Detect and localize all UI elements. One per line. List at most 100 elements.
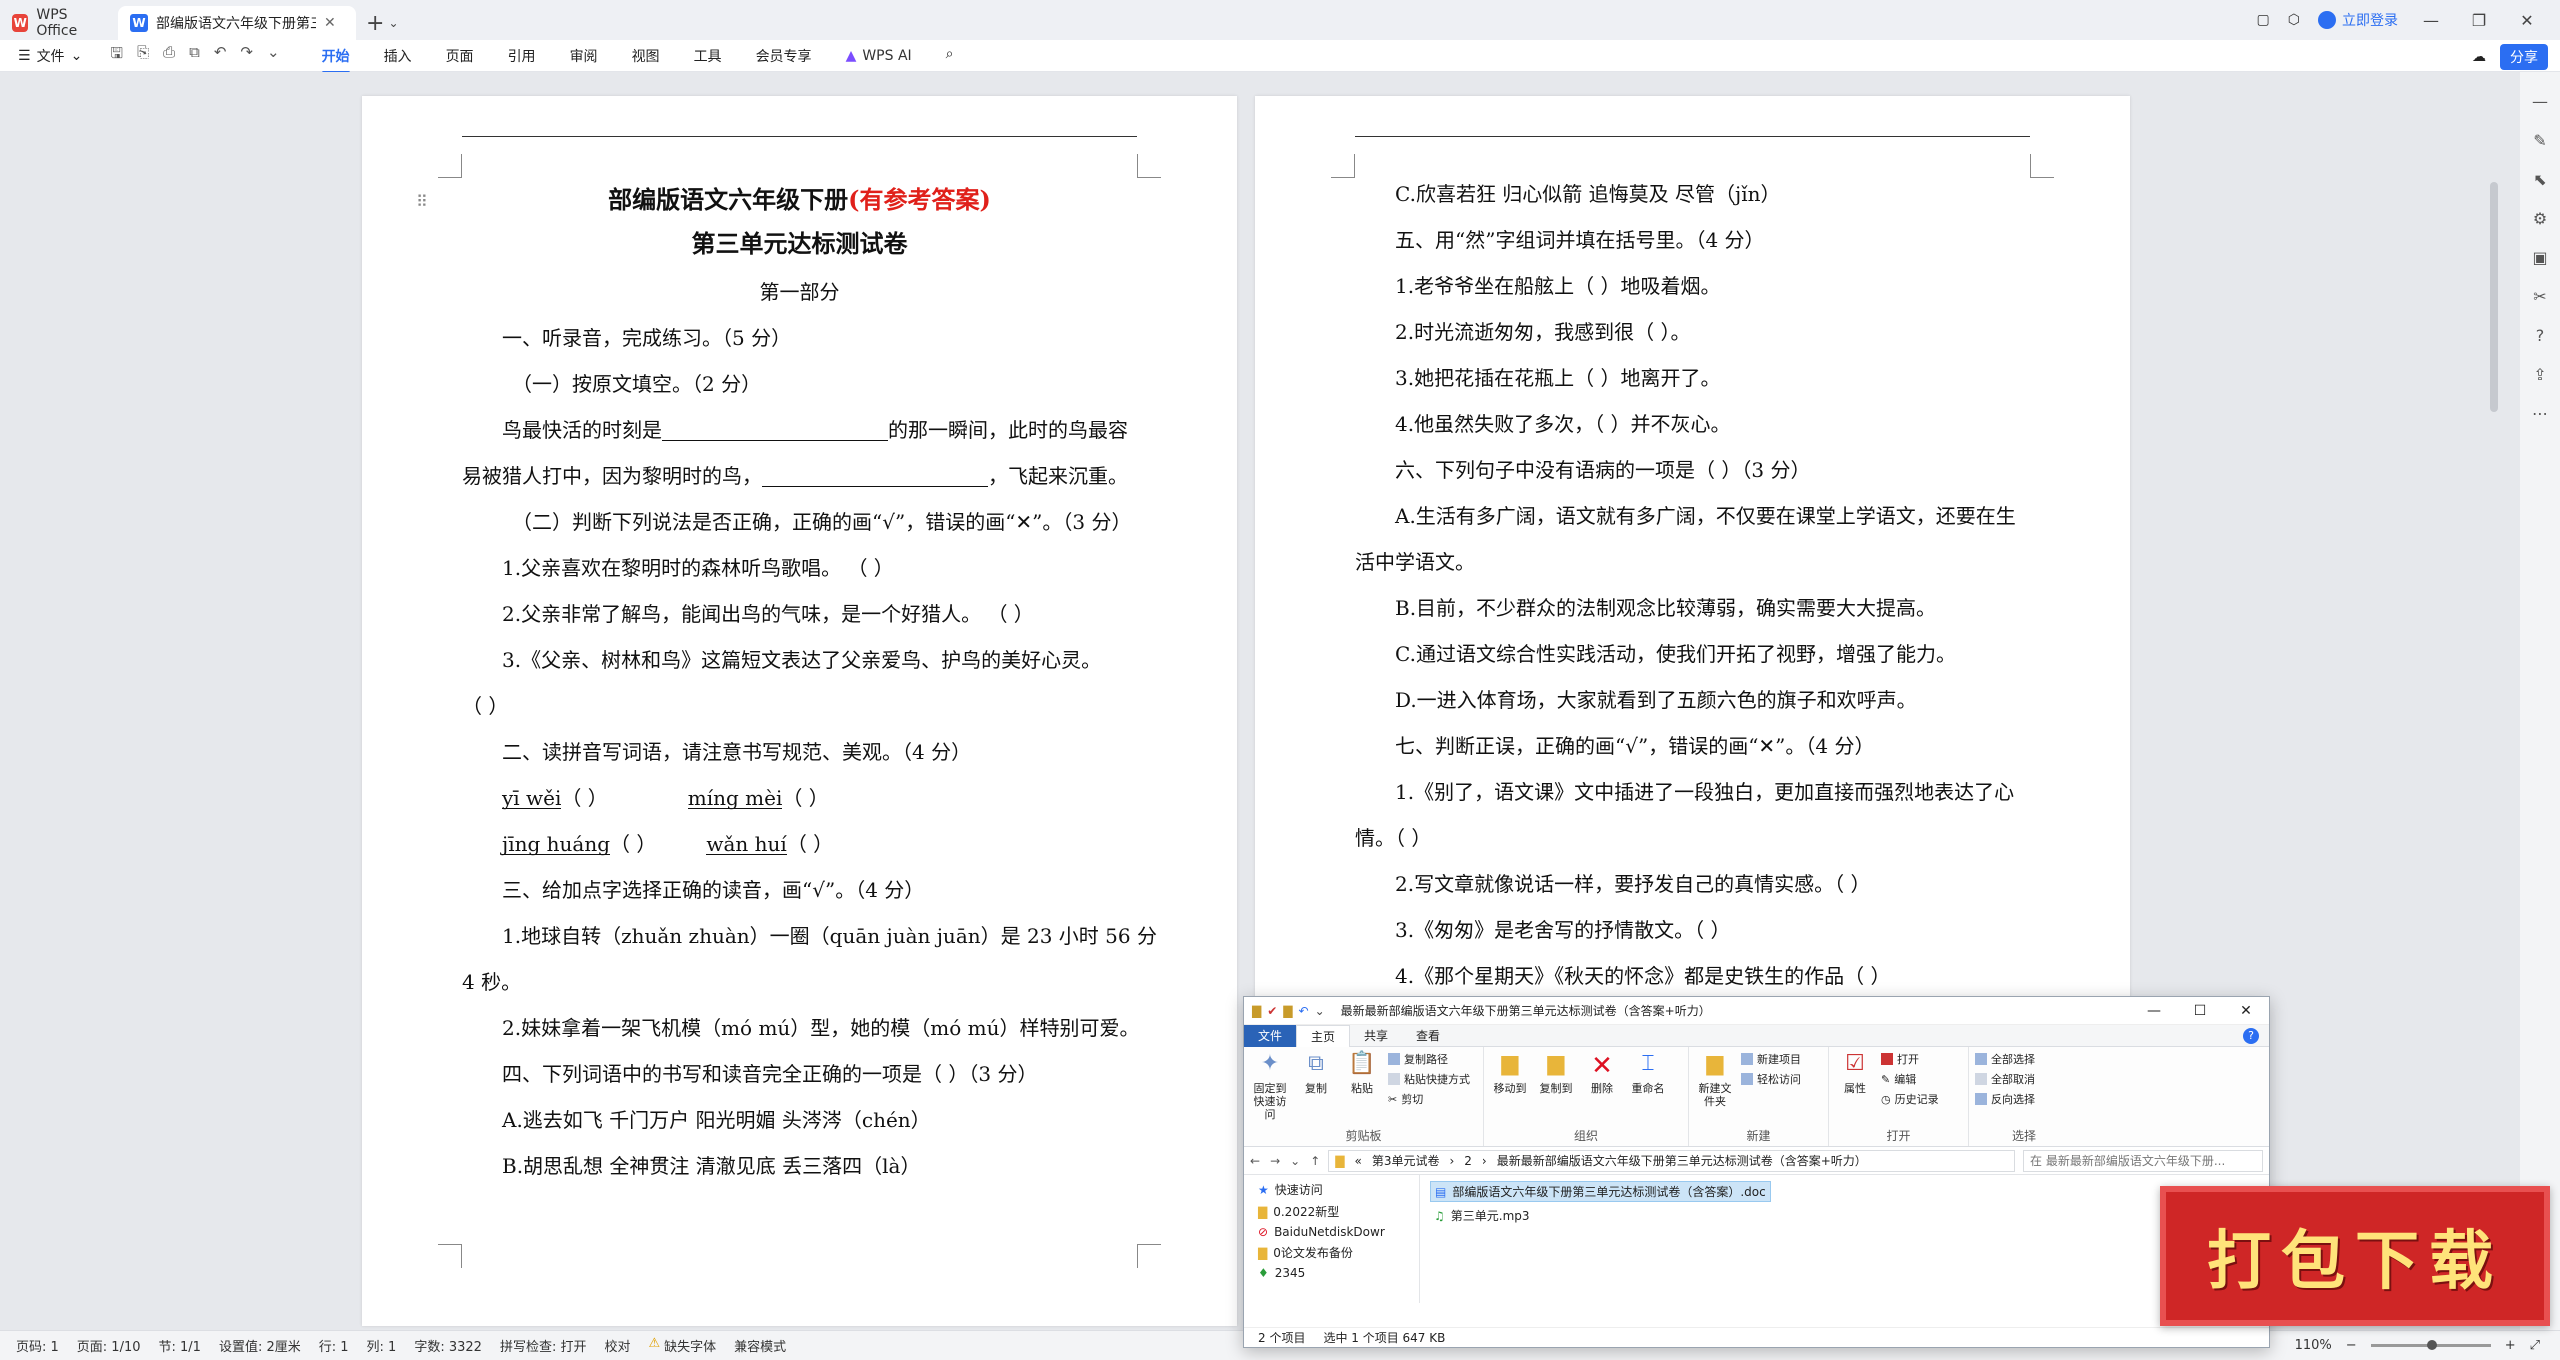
tab-home[interactable]: 主页 xyxy=(1296,1024,1351,1047)
collapse-icon[interactable]: — xyxy=(2532,92,2548,111)
more-icon[interactable]: ⋯ xyxy=(2532,404,2548,423)
up-icon[interactable]: ↑ xyxy=(1310,1154,1320,1168)
zoom-level[interactable]: 110% xyxy=(2295,1338,2332,1353)
save-icon[interactable]: 🖫 xyxy=(110,43,123,68)
cloud-sync-icon[interactable]: ☁ xyxy=(2472,49,2486,65)
close-tab-icon[interactable]: ✕ xyxy=(324,15,336,31)
easy-access-button[interactable]: 轻松访问 xyxy=(1741,1071,1801,1087)
fit-icon[interactable]: ⤢ xyxy=(2530,1338,2540,1353)
status-row[interactable]: 行: 1 xyxy=(319,1336,349,1355)
status-page[interactable]: 页码: 1 xyxy=(16,1336,59,1355)
help-icon[interactable]: ? xyxy=(2536,326,2545,345)
history-button[interactable]: ◷ 历史记录 xyxy=(1881,1091,1939,1107)
status-pages[interactable]: 页面: 1/10 xyxy=(77,1336,141,1355)
tab-references[interactable]: 引用 xyxy=(508,46,536,66)
zoom-out-icon[interactable]: − xyxy=(2346,1338,2357,1353)
select-icon[interactable]: ⬉ xyxy=(2533,170,2546,189)
copy-path-button[interactable]: 复制路径 xyxy=(1388,1051,1470,1067)
new-tab-button[interactable]: + ⌄ xyxy=(366,6,399,40)
undo-icon[interactable]: ↶ xyxy=(214,43,227,68)
tab-tools[interactable]: 工具 xyxy=(694,46,722,66)
tab-view[interactable]: 查看 xyxy=(1402,1025,1454,1047)
breadcrumb-item[interactable]: 最新最新部编版语文六年级下册第三单元达标测试卷（含答案+听力） xyxy=(1497,1152,1867,1169)
close-window-icon[interactable]: ✕ xyxy=(2512,11,2542,30)
breadcrumb-item[interactable]: 第3单元试卷 xyxy=(1372,1152,1440,1169)
paste-shortcut-button[interactable]: 粘贴快捷方式 xyxy=(1388,1071,1470,1087)
select-all-button[interactable]: 全部选择 xyxy=(1975,1051,2073,1067)
status-spellcheck[interactable]: 拼写检查: 打开 xyxy=(500,1336,587,1355)
chevron-down-icon[interactable]: ⌄ xyxy=(1315,1004,1325,1018)
edit-button[interactable]: ✎ 编辑 xyxy=(1881,1071,1939,1087)
address-bar[interactable]: ▇ « 第3单元试卷 › 2 › 最新最新部编版语文六年级下册第三单元达标测试卷… xyxy=(1328,1149,2015,1172)
properties-button[interactable]: ☑ 属性 xyxy=(1835,1051,1875,1107)
undo-icon[interactable]: ↶ xyxy=(1299,1004,1309,1018)
tools-icon[interactable]: ✂ xyxy=(2533,287,2546,306)
breadcrumb-item[interactable]: 2 xyxy=(1464,1154,1472,1168)
print-icon[interactable]: ⎙ xyxy=(163,43,175,68)
maximize-icon[interactable]: ☐ xyxy=(2177,1003,2223,1019)
minimize-icon[interactable]: — xyxy=(2131,1003,2177,1019)
properties-icon[interactable]: ✔ xyxy=(1267,1004,1277,1018)
file-item[interactable]: ♫ 第三单元.mp3 xyxy=(1430,1206,1534,1225)
move-to-button[interactable]: ▆ 移动到 xyxy=(1490,1051,1530,1095)
nav-item[interactable]: ▇ 0.2022新型 xyxy=(1258,1203,1419,1220)
print-preview-icon[interactable]: ⧉ xyxy=(189,43,200,68)
cube-icon[interactable]: ⬡ xyxy=(2288,12,2300,28)
nav-item[interactable]: ⊘ BaiduNetdiskDowr xyxy=(1258,1225,1419,1239)
home-tab[interactable]: W WPS Office xyxy=(0,6,118,40)
restore-icon[interactable]: ❐ xyxy=(2464,11,2494,30)
more-chevron-icon[interactable]: ⌄ xyxy=(267,43,280,68)
screen-icon[interactable]: ▣ xyxy=(2532,248,2547,267)
tab-file[interactable]: 文件 xyxy=(1244,1024,1297,1047)
status-section[interactable]: 节: 1/1 xyxy=(159,1336,201,1355)
copy-to-button[interactable]: ▆ 复制到 xyxy=(1536,1051,1576,1095)
tab-share[interactable]: 共享 xyxy=(1350,1025,1402,1047)
file-explorer-window[interactable]: ▇ ✔ ▇ ↶ ⌄ 最新最新部编版语文六年级下册第三单元达标测试卷（含答案+听力… xyxy=(1243,996,2270,1348)
close-window-icon[interactable]: ✕ xyxy=(2223,1003,2269,1019)
tab-review[interactable]: 审阅 xyxy=(570,46,598,66)
drag-handle-icon[interactable]: ⠿ xyxy=(416,192,428,211)
zoom-in-icon[interactable]: + xyxy=(2505,1338,2516,1353)
status-words[interactable]: 字数: 3322 xyxy=(414,1336,482,1355)
status-setting[interactable]: 设置值: 2厘米 xyxy=(219,1336,301,1355)
wps-ai-button[interactable]: ▲ WPS AI xyxy=(846,46,912,66)
adjust-icon[interactable]: ⚙ xyxy=(2533,209,2547,228)
vertical-scrollbar[interactable] xyxy=(2490,182,2498,412)
new-folder-icon[interactable]: ▇ xyxy=(1283,1004,1292,1018)
share-icon[interactable]: ⇪ xyxy=(2533,365,2546,384)
back-icon[interactable]: ← xyxy=(1250,1154,1260,1168)
nav-item[interactable]: ▇ 0论文发布备份 xyxy=(1258,1244,1419,1261)
search-box[interactable]: 在 最新最新部编版语文六年级下册... xyxy=(2023,1149,2263,1172)
redo-icon[interactable]: ↷ xyxy=(240,43,253,68)
new-folder-button[interactable]: ▆ 新建文件夹 xyxy=(1695,1051,1735,1108)
status-proof[interactable]: 校对 xyxy=(604,1336,630,1355)
copy-button[interactable]: ⧉ 复制 xyxy=(1296,1051,1336,1122)
paste-button[interactable]: 📋 粘贴 xyxy=(1342,1051,1382,1122)
minimize-icon[interactable]: — xyxy=(2416,11,2446,30)
tab-member[interactable]: 会员专享 xyxy=(756,46,812,66)
status-col[interactable]: 列: 1 xyxy=(367,1336,397,1355)
window-layout-icon[interactable]: ▢ xyxy=(2257,12,2270,28)
pen-icon[interactable]: ✎ xyxy=(2533,131,2546,150)
delete-button[interactable]: ✕ 删除 xyxy=(1582,1051,1622,1095)
recent-chevron-icon[interactable]: ⌄ xyxy=(1290,1154,1300,1168)
new-item-button[interactable]: 新建项目 xyxy=(1741,1051,1801,1067)
cut-button[interactable]: ✂ 剪切 xyxy=(1388,1091,1470,1107)
forward-icon[interactable]: → xyxy=(1270,1154,1280,1168)
nav-item[interactable]: ♦ 2345 xyxy=(1258,1266,1419,1280)
select-none-button[interactable]: 全部取消 xyxy=(1975,1071,2073,1087)
tab-home[interactable]: 开始 xyxy=(321,46,350,74)
chevron-down-icon[interactable]: ⌄ xyxy=(388,16,398,30)
search-icon[interactable]: ⌕ xyxy=(946,46,954,66)
nav-quick-access[interactable]: ★ 快速访问 xyxy=(1258,1181,1419,1198)
login-button[interactable]: 立即登录 xyxy=(2318,10,2398,30)
tab-insert[interactable]: 插入 xyxy=(384,46,412,66)
tab-page[interactable]: 页面 xyxy=(446,46,474,66)
export-pdf-icon[interactable]: ⎘ xyxy=(137,43,149,68)
open-button[interactable]: 打开 xyxy=(1881,1051,1939,1067)
file-menu[interactable]: ☰ 文件 ⌄ xyxy=(18,46,82,66)
invert-selection-button[interactable]: 反向选择 xyxy=(1975,1091,2073,1107)
pin-button[interactable]: ✦ 固定到快速访问 xyxy=(1250,1051,1290,1122)
rename-button[interactable]: ⌶ 重命名 xyxy=(1628,1051,1668,1095)
help-icon[interactable]: ? xyxy=(2243,1027,2259,1044)
